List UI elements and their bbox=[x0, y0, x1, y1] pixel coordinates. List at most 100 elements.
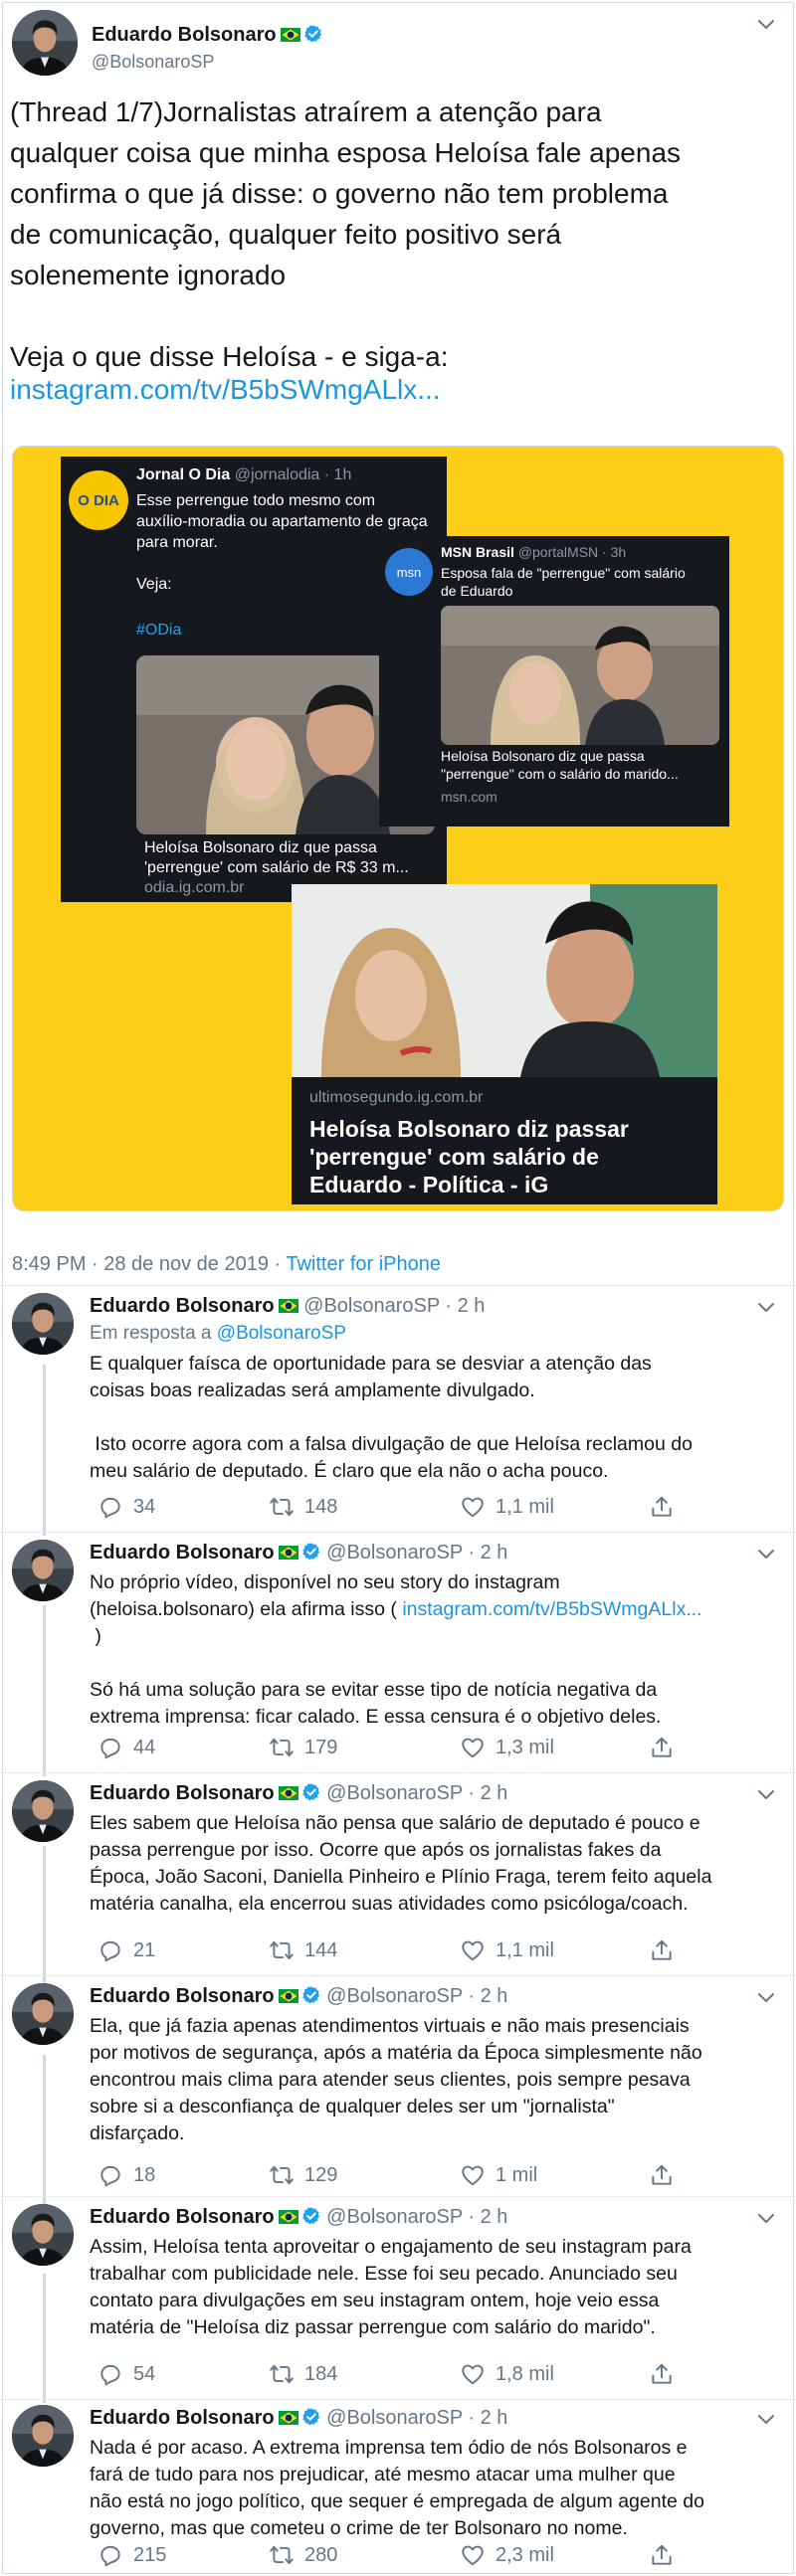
reply-icon bbox=[98, 1494, 123, 1520]
author-name[interactable]: Eduardo Bolsonaro bbox=[90, 1542, 275, 1564]
like-button[interactable]: 1 mil bbox=[460, 2162, 537, 2188]
main-tweet-header: Eduardo Bolsonaro @BolsonaroSP bbox=[12, 10, 784, 80]
ig-domain: ultimosegundo.ig.com.br bbox=[309, 1089, 484, 1106]
reply-icon bbox=[98, 1735, 123, 1760]
avatar[interactable] bbox=[12, 1983, 74, 2045]
like-icon bbox=[460, 2162, 486, 2188]
like-button[interactable]: 1,3 mil bbox=[460, 1735, 554, 1760]
chevron-down-icon[interactable] bbox=[756, 1788, 776, 1802]
msn-caption: Heloísa Bolsonaro diz que passa "perreng… bbox=[441, 748, 679, 782]
retweet-icon bbox=[269, 1735, 295, 1760]
author-handle[interactable]: @BolsonaroSP · 2 h bbox=[326, 1542, 507, 1564]
reply-tweet[interactable]: Eduardo Bolsonaro @BolsonaroSP · 2 h Em … bbox=[12, 1293, 784, 1528]
reply-button[interactable]: 215 bbox=[98, 2542, 166, 2568]
chevron-down-icon[interactable] bbox=[756, 2413, 776, 2427]
author-handle[interactable]: @BolsonaroSP · 2 h bbox=[326, 2206, 507, 2228]
author-name[interactable]: Eduardo Bolsonaro bbox=[90, 2206, 275, 2228]
chevron-down-icon[interactable] bbox=[756, 1548, 776, 1562]
reply-button[interactable]: 54 bbox=[98, 2361, 155, 2387]
in-reply-to-handle[interactable]: @BolsonaroSP bbox=[217, 1323, 346, 1344]
tweet-text: Nada é por acaso. A extrema imprensa tem… bbox=[90, 2437, 704, 2539]
msn-text: Esposa fala de "perrengue" com salário d… bbox=[441, 565, 686, 599]
retweet-button[interactable]: 280 bbox=[269, 2542, 337, 2568]
chevron-down-icon[interactable] bbox=[756, 1991, 776, 2005]
msn-handle: @portalMSN · 3h bbox=[517, 544, 627, 560]
verified-icon bbox=[301, 1782, 321, 1802]
reply-count: 21 bbox=[133, 1938, 156, 1961]
author-handle[interactable]: @BolsonaroSP bbox=[92, 52, 214, 73]
retweet-count: 148 bbox=[304, 1495, 338, 1518]
reply-tweet[interactable]: Eduardo Bolsonaro @BolsonaroSP · 2 h Nad… bbox=[12, 2405, 784, 2570]
in-reply-to: Em resposta a @BolsonaroSP bbox=[90, 1323, 346, 1345]
msn-logo: msn bbox=[385, 548, 433, 596]
odia-veja: Veja: bbox=[136, 576, 172, 593]
avatar[interactable] bbox=[12, 10, 78, 76]
author-name[interactable]: Eduardo Bolsonaro bbox=[90, 2407, 275, 2429]
like-count: 1,1 mil bbox=[496, 1938, 554, 1961]
chevron-down-icon[interactable] bbox=[756, 18, 776, 32]
msn-domain: msn.com bbox=[441, 789, 498, 805]
author-name[interactable]: Eduardo Bolsonaro bbox=[90, 1295, 275, 1317]
retweet-button[interactable]: 179 bbox=[269, 1735, 337, 1760]
verified-icon bbox=[301, 1542, 321, 1562]
avatar[interactable] bbox=[12, 1780, 74, 1842]
share-button[interactable] bbox=[649, 1735, 685, 1760]
author-name[interactable]: Eduardo Bolsonaro bbox=[90, 1985, 275, 2007]
retweet-count: 184 bbox=[304, 2362, 338, 2385]
author-handle[interactable]: @BolsonaroSP · 2 h bbox=[326, 2407, 507, 2429]
reply-button[interactable]: 18 bbox=[98, 2162, 155, 2188]
retweet-button[interactable]: 148 bbox=[269, 1494, 337, 1520]
author-name[interactable]: Eduardo Bolsonaro bbox=[90, 1782, 275, 1804]
like-button[interactable]: 2,3 mil bbox=[460, 2542, 554, 2568]
like-icon bbox=[460, 2542, 486, 2568]
main-tweet-text: (Thread 1/7)Jornalistas atraírem a atenç… bbox=[10, 96, 682, 372]
avatar[interactable] bbox=[12, 2405, 74, 2467]
reply-tweet[interactable]: Eduardo Bolsonaro @BolsonaroSP · 2 h No … bbox=[12, 1540, 784, 1770]
main-tweet-link[interactable]: instagram.com/tv/B5bSWmgALlx... bbox=[10, 374, 441, 406]
avatar[interactable] bbox=[12, 1293, 74, 1355]
reply-tweet[interactable]: Eduardo Bolsonaro @BolsonaroSP · 2 h Ela… bbox=[12, 1983, 784, 2196]
share-button[interactable] bbox=[649, 1937, 685, 1963]
like-button[interactable]: 1,1 mil bbox=[460, 1937, 554, 1963]
author-name[interactable]: Eduardo Bolsonaro bbox=[92, 24, 323, 47]
verified-icon bbox=[301, 2206, 321, 2226]
author-handle[interactable]: @BolsonaroSP · 2 h bbox=[303, 1295, 485, 1317]
timestamp-text[interactable]: 8:49 PM · 28 de nov de 2019 · bbox=[12, 1253, 286, 1275]
reply-button[interactable]: 34 bbox=[98, 1494, 155, 1520]
divider bbox=[0, 2196, 796, 2197]
share-icon bbox=[649, 2542, 675, 2568]
retweet-button[interactable]: 184 bbox=[269, 2361, 337, 2387]
tweet-link[interactable]: instagram.com/tv/B5bSWmgALlx... bbox=[402, 1598, 701, 1620]
chevron-down-icon[interactable] bbox=[756, 1301, 776, 1315]
author-handle[interactable]: @BolsonaroSP · 2 h bbox=[326, 1782, 507, 1804]
tweet-actions: 21 144 1,1 mil bbox=[90, 1937, 687, 1963]
like-button[interactable]: 1,8 mil bbox=[460, 2361, 554, 2387]
reply-tweet[interactable]: Eduardo Bolsonaro @BolsonaroSP · 2 h Ass… bbox=[12, 2204, 784, 2399]
share-button[interactable] bbox=[649, 1494, 685, 1520]
chevron-down-icon[interactable] bbox=[756, 2212, 776, 2226]
tweet-media-image[interactable]: O DIA Jornal O Dia @jornalodia · 1h Esse… bbox=[12, 446, 784, 1211]
tweet-actions: 215 280 2,3 mil bbox=[90, 2542, 687, 2568]
tweet-timestamp[interactable]: 8:49 PM · 28 de nov de 2019 · Twitter fo… bbox=[12, 1253, 441, 1276]
brazil-flag-icon bbox=[279, 1299, 298, 1313]
like-button[interactable]: 1,1 mil bbox=[460, 1494, 554, 1520]
msn-photo bbox=[441, 606, 719, 745]
author-handle[interactable]: @BolsonaroSP · 2 h bbox=[326, 1985, 507, 2007]
share-button[interactable] bbox=[649, 2542, 685, 2568]
retweet-button[interactable]: 129 bbox=[269, 2162, 337, 2188]
brazil-flag-icon bbox=[281, 28, 300, 42]
share-button[interactable] bbox=[649, 2162, 685, 2188]
tweet-text: Ela, que já fazia apenas atendimentos vi… bbox=[90, 2015, 702, 2144]
like-icon bbox=[460, 1735, 486, 1760]
retweet-button[interactable]: 144 bbox=[269, 1937, 337, 1963]
retweet-icon bbox=[269, 1937, 295, 1963]
reply-button[interactable]: 21 bbox=[98, 1937, 155, 1963]
like-count: 1,8 mil bbox=[496, 2362, 554, 2385]
reply-button[interactable]: 44 bbox=[98, 1735, 155, 1760]
avatar[interactable] bbox=[12, 1540, 74, 1601]
reply-tweet[interactable]: Eduardo Bolsonaro @BolsonaroSP · 2 h Ele… bbox=[12, 1780, 784, 1975]
author-name-text[interactable]: Eduardo Bolsonaro bbox=[92, 24, 277, 46]
tweet-source[interactable]: Twitter for iPhone bbox=[286, 1253, 441, 1275]
share-button[interactable] bbox=[649, 2361, 685, 2387]
avatar[interactable] bbox=[12, 2204, 74, 2266]
